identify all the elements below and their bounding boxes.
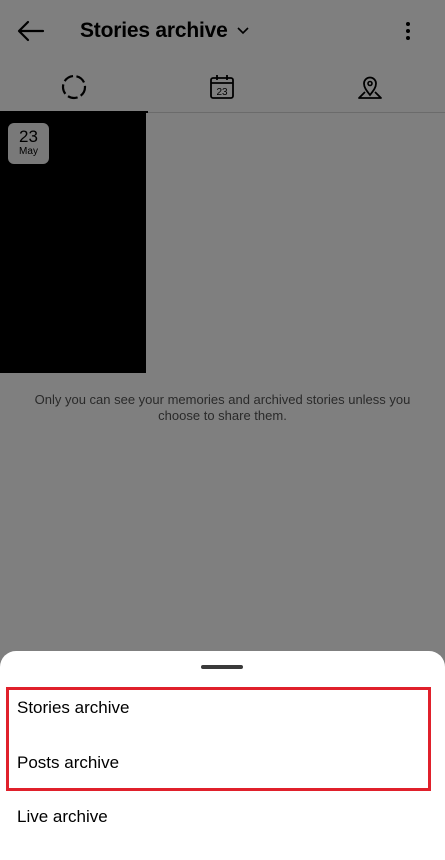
archive-bottom-sheet: Stories archive Posts archive Live archi… [0, 651, 445, 860]
posts-archive-option[interactable]: Posts archive [17, 751, 119, 775]
sheet-drag-handle[interactable] [201, 665, 243, 669]
stories-archive-option[interactable]: Stories archive [17, 696, 129, 720]
live-archive-option[interactable]: Live archive [17, 805, 108, 829]
